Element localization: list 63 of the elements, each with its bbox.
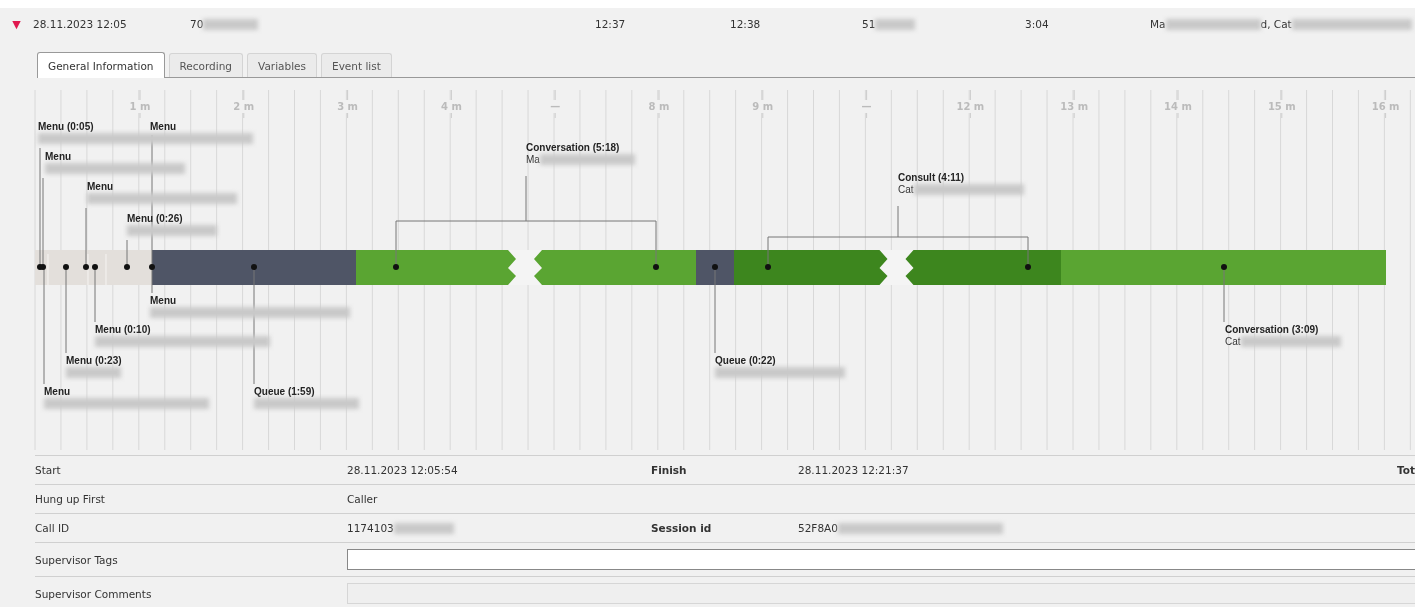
tab[interactable]: General Information bbox=[37, 52, 165, 78]
event-dot bbox=[393, 264, 399, 270]
detail-label: Session id bbox=[651, 522, 713, 534]
callout-title: Menu bbox=[87, 181, 114, 192]
header-cell: 3:04 bbox=[1025, 18, 1049, 30]
event-dot bbox=[765, 264, 771, 270]
gap-marker bbox=[508, 250, 542, 285]
blurred-text bbox=[875, 18, 916, 30]
expand-toggle[interactable]: ▼ bbox=[12, 17, 21, 31]
callout-title: Menu bbox=[150, 295, 177, 306]
detail-value: Caller bbox=[347, 493, 378, 505]
header-cell: Ma bbox=[1150, 18, 1166, 30]
event-dot bbox=[124, 264, 130, 270]
blurred-text bbox=[393, 522, 454, 534]
callout-title: Menu bbox=[150, 121, 177, 132]
detail-value: 1174103 bbox=[347, 522, 394, 534]
field-label: Supervisor Comments bbox=[35, 587, 153, 600]
header-cell: 12:38 bbox=[730, 18, 761, 30]
callout-detail: Ma bbox=[526, 154, 540, 165]
detail-value: 28.11.2023 12:21:37 bbox=[798, 464, 909, 476]
field-label: Supervisor Tags bbox=[35, 553, 119, 566]
gap-marker bbox=[879, 250, 914, 285]
callout-title: Queue (1:59) bbox=[254, 386, 315, 397]
tab[interactable]: Variables bbox=[247, 53, 317, 77]
detail-label: Tot bbox=[1397, 464, 1415, 476]
axis-label: — bbox=[550, 100, 561, 113]
callout-title: Consult (4:11) bbox=[898, 172, 965, 183]
header-cell: 28.11.2023 12:05 bbox=[33, 18, 127, 30]
callout-detail: Cat bbox=[898, 184, 914, 195]
header-cell: 51 bbox=[862, 18, 876, 30]
callout-detail: Cat bbox=[1225, 336, 1241, 347]
header-cell: 12:37 bbox=[595, 18, 626, 30]
callout-title: Menu bbox=[44, 386, 71, 397]
event-dot bbox=[92, 264, 98, 270]
detail-label: Call ID bbox=[35, 522, 71, 534]
callout-title: Menu bbox=[45, 151, 72, 162]
callout-title: Queue (0:22) bbox=[715, 355, 776, 366]
axis-label: — bbox=[861, 100, 872, 113]
input-field[interactable] bbox=[347, 549, 1415, 570]
event-dot bbox=[653, 264, 659, 270]
event-dot bbox=[83, 264, 89, 270]
callout-title: Conversation (5:18) bbox=[526, 142, 620, 153]
detail-value: 28.11.2023 12:05:54 bbox=[347, 464, 458, 476]
tab[interactable]: Event list bbox=[321, 53, 392, 77]
tab[interactable]: Recording bbox=[168, 53, 243, 77]
callout-title: Menu (0:23) bbox=[66, 355, 122, 366]
blurred-text bbox=[203, 18, 259, 30]
header-cell: 70 bbox=[190, 18, 204, 30]
event-dot bbox=[63, 264, 69, 270]
callout-title: Menu (0:26) bbox=[127, 213, 183, 224]
callout-title: Menu (0:10) bbox=[95, 324, 151, 335]
detail-label: Finish bbox=[651, 464, 688, 476]
event-dot bbox=[1221, 264, 1227, 270]
detail-value: 52F8A0 bbox=[798, 522, 838, 534]
header-cell: d, Cat bbox=[1260, 18, 1292, 30]
event-dot bbox=[149, 264, 155, 270]
event-dot bbox=[712, 264, 718, 270]
event-dot bbox=[1025, 264, 1031, 270]
detail-label: Start bbox=[35, 464, 62, 476]
detail-label: Hung up First bbox=[35, 493, 106, 505]
callout-title: Conversation (3:09) bbox=[1225, 324, 1319, 335]
callout-title: Menu (0:05) bbox=[38, 121, 94, 132]
event-dot bbox=[251, 264, 257, 270]
